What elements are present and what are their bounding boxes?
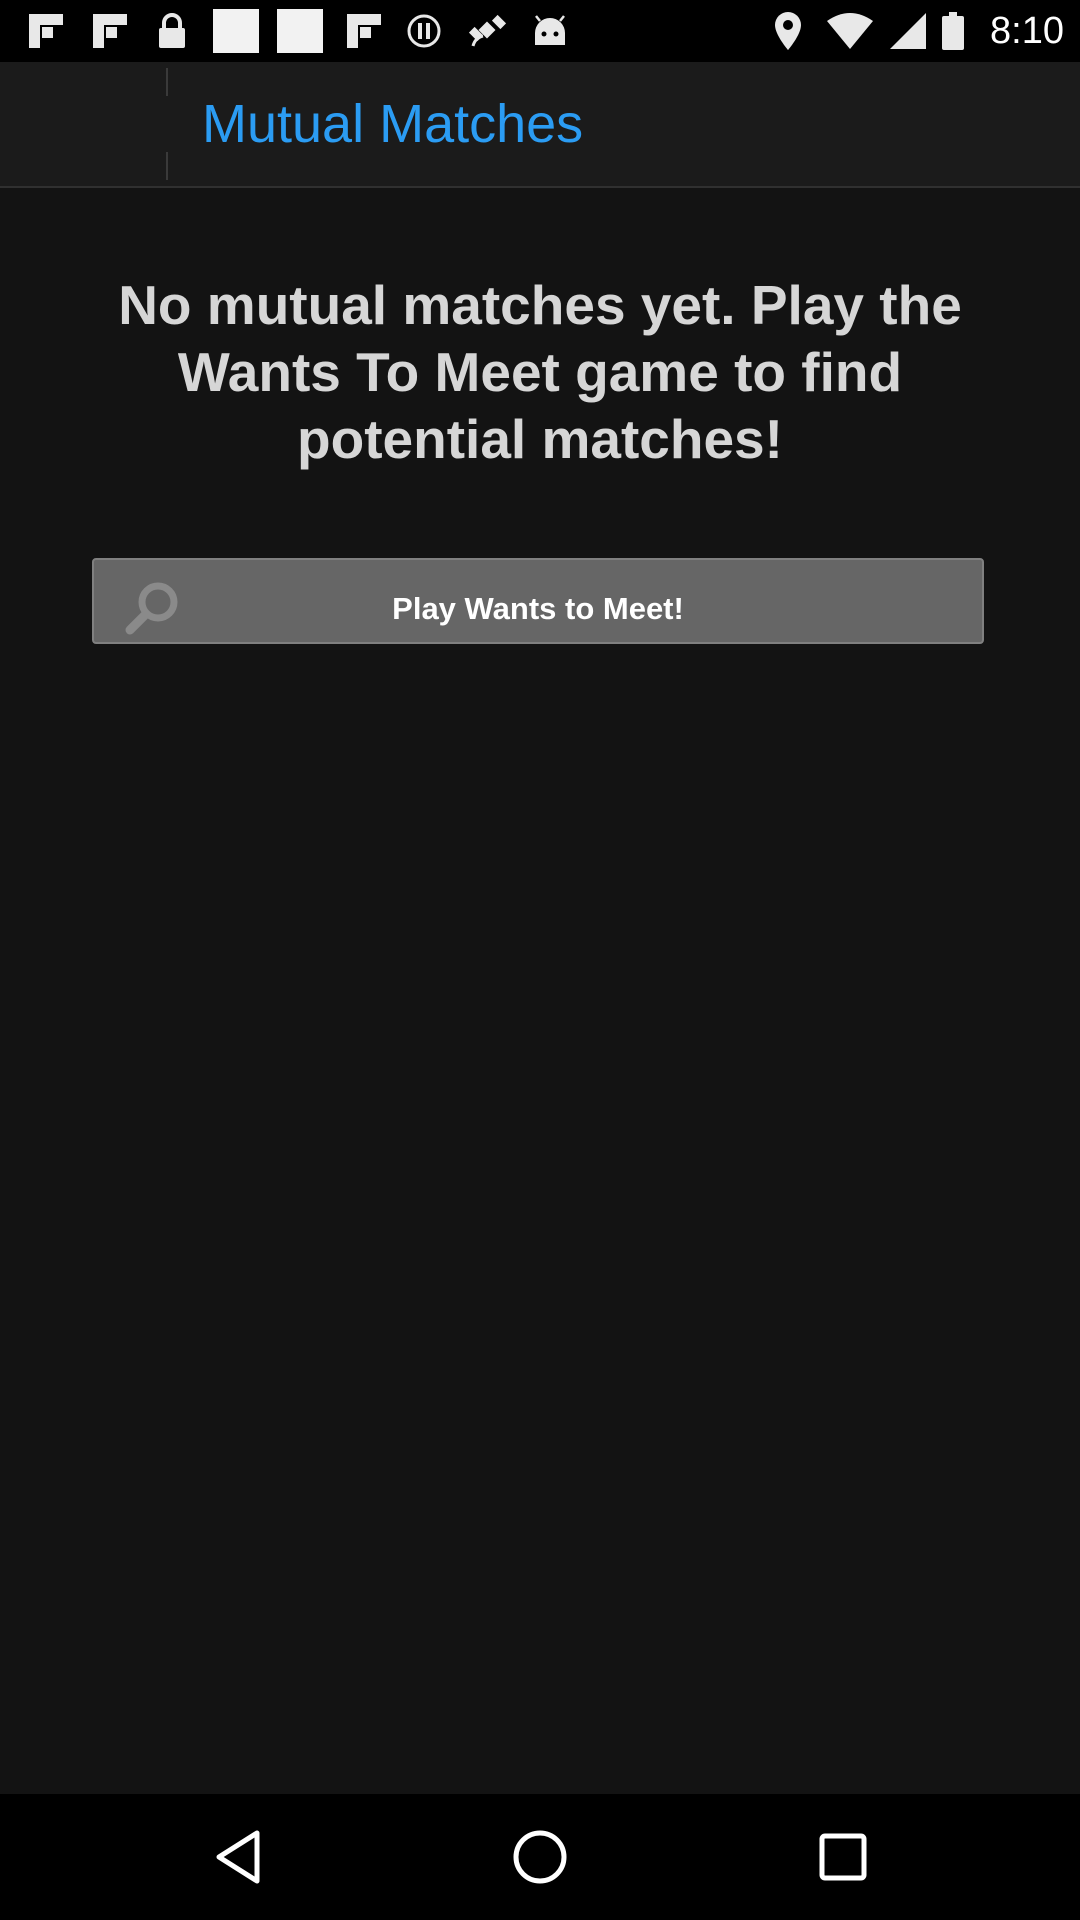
- flipboard-icon: [26, 12, 66, 50]
- fake-gps-icon: [466, 12, 510, 50]
- play-button-label: Play Wants to Meet!: [392, 591, 684, 626]
- status-bar: 8:10: [0, 0, 1080, 62]
- play-wants-to-meet-button[interactable]: Play Wants to Meet!: [92, 558, 984, 644]
- screen: 8:10 Mutual Matches No mutual matches ye…: [0, 0, 1080, 1920]
- page-title: Mutual Matches: [202, 94, 584, 154]
- blank-notification-icon: [276, 9, 324, 53]
- battery-icon: [940, 12, 966, 50]
- action-bar: Mutual Matches: [0, 62, 1080, 188]
- status-time: 8:10: [990, 10, 1064, 52]
- action-bar-divider: [166, 68, 168, 180]
- signal-icon: [888, 12, 928, 50]
- recents-icon[interactable]: [808, 1822, 878, 1892]
- home-icon[interactable]: [505, 1822, 575, 1892]
- flipboard-icon: [90, 12, 130, 50]
- blank-notification-icon: [212, 9, 260, 53]
- android-icon: [530, 12, 570, 50]
- navigation-bar: [0, 1794, 1080, 1920]
- flipboard-icon: [344, 12, 384, 50]
- back-icon[interactable]: [202, 1822, 272, 1892]
- info-icon: [404, 12, 444, 50]
- location-icon: [770, 12, 806, 50]
- lock-icon: [152, 12, 192, 50]
- wifi-icon: [826, 12, 874, 50]
- empty-state-message: No mutual matches yet. Play the Wants To…: [118, 274, 962, 470]
